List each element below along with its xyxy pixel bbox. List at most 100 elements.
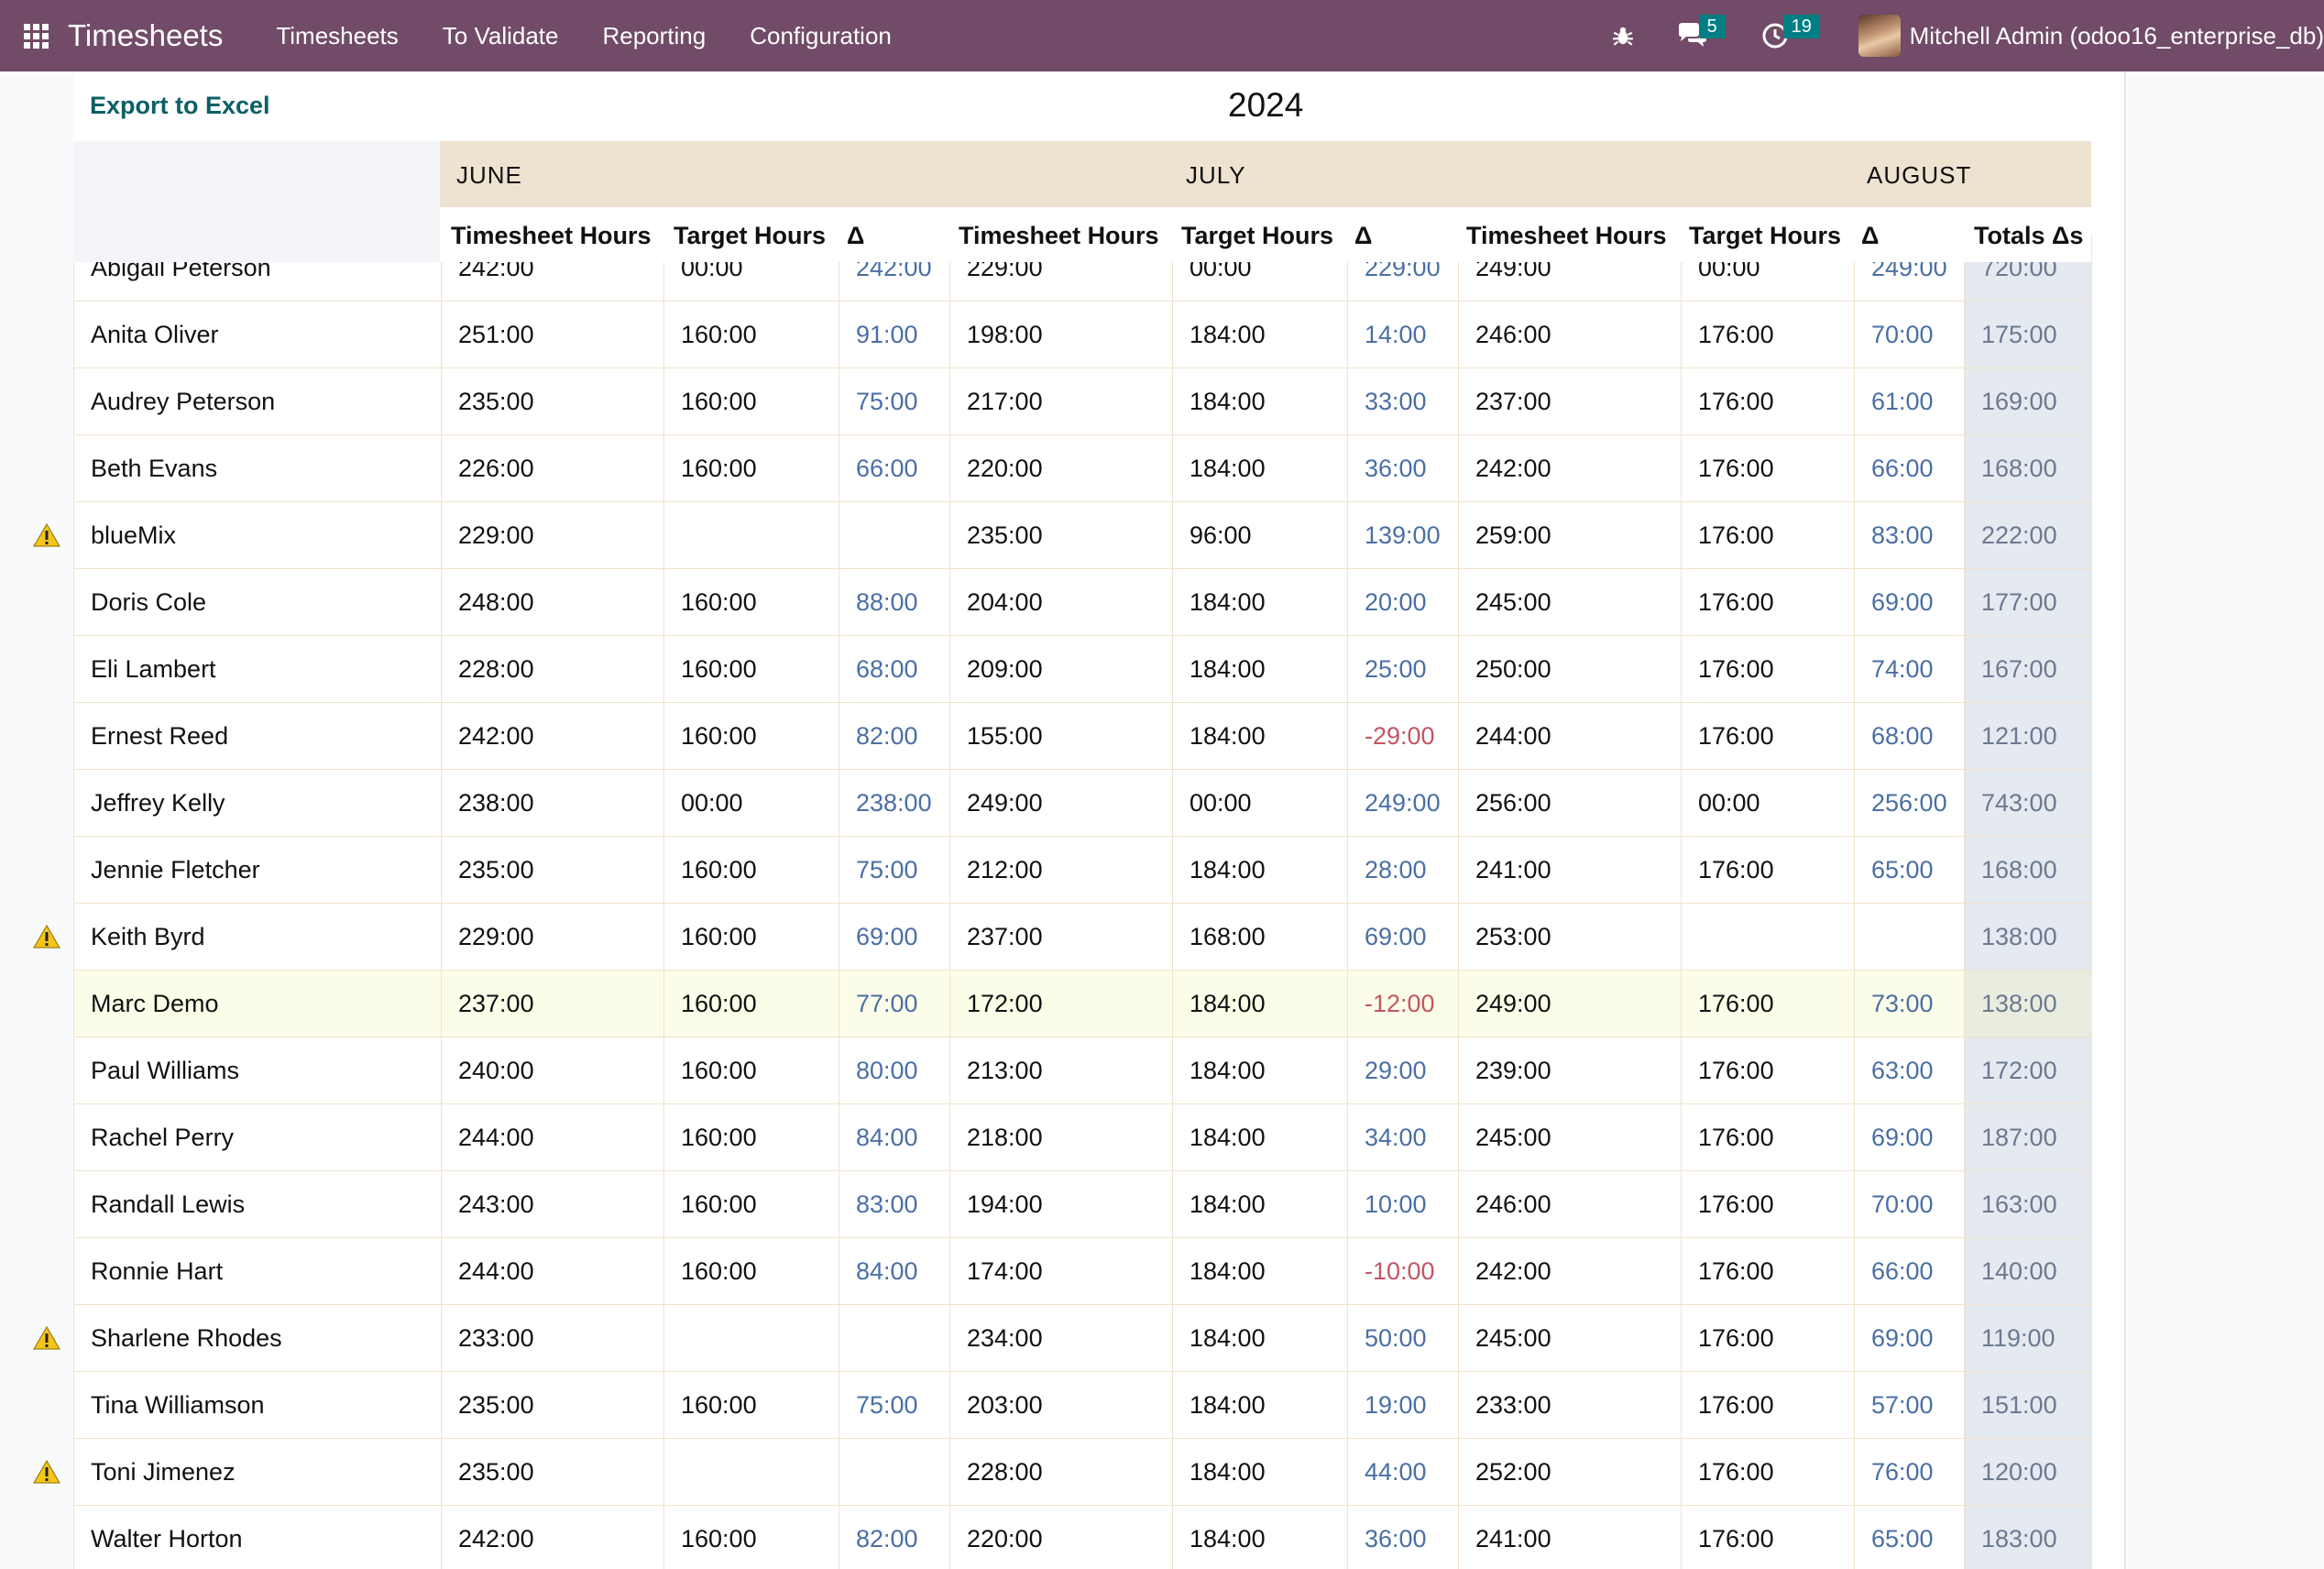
hours-cell: 228:00 <box>441 636 663 703</box>
hours-cell: 203:00 <box>949 1372 1172 1439</box>
hours-cell: 160:00 <box>663 1238 839 1305</box>
employee-name: Tina Williamson <box>91 1391 265 1419</box>
employee-name: Audrey Peterson <box>91 388 276 415</box>
delta-cell: 73:00 <box>1854 971 1964 1037</box>
hours-cell: 176:00 <box>1681 1305 1854 1372</box>
table-row[interactable]: Anita Oliver 251:00 160:00 91:00 198:00 184:0… <box>73 301 2092 368</box>
employee-name: Ernest Reed <box>91 722 229 750</box>
delta-cell: 14:00 <box>1347 302 1458 368</box>
total-delta-cell: 138:00 <box>1964 904 2092 971</box>
delta-cell: 44:00 <box>1347 1439 1458 1506</box>
hours-cell: 176:00 <box>1681 703 1854 770</box>
debug-icon[interactable] <box>1596 0 1662 71</box>
table-row[interactable]: Ernest Reed 242:00 160:00 82:00 155:00 184:00… <box>73 702 2092 770</box>
table-row[interactable]: Walter Horton 242:00 160:00 82:00 220:00 184:… <box>73 1505 2092 1569</box>
table-row[interactable]: Randall Lewis 243:00 160:00 83:00 194:00 184:… <box>73 1170 2092 1238</box>
hours-cell: 239:00 <box>1458 1037 1681 1104</box>
hours-cell: 194:00 <box>949 1171 1172 1238</box>
menu-configuration[interactable]: Configuration <box>728 0 914 71</box>
export-to-excel-link[interactable]: Export to Excel <box>90 92 270 120</box>
avatar <box>1858 15 1901 57</box>
delta-cell: 83:00 <box>1854 502 1964 569</box>
messages-icon[interactable]: 5 <box>1662 0 1747 71</box>
hours-cell <box>1681 904 1854 971</box>
hours-cell: 249:00 <box>1458 971 1681 1037</box>
table-row[interactable]: Jeffrey Kelly 238:00 00:00 238:00 249:00 00:0… <box>73 769 2092 837</box>
employee-name: Paul Williams <box>91 1057 240 1084</box>
year-title: 2024 <box>1228 86 1304 124</box>
hours-cell: 176:00 <box>1681 1372 1854 1439</box>
delta-cell: 76:00 <box>1854 1439 1964 1506</box>
month-july: JULY <box>1186 161 1246 189</box>
table-row[interactable]: Tina Williamson 235:00 160:00 75:00 203:00 18… <box>73 1371 2092 1439</box>
menu-timesheets[interactable]: Timesheets <box>254 0 420 71</box>
hours-cell: 229:00 <box>441 502 663 569</box>
delta-cell <box>1854 904 1964 971</box>
table-row[interactable]: Ronnie Hart 244:00 160:00 84:00 174:00 184:00… <box>73 1237 2092 1305</box>
delta-cell: 69:00 <box>839 904 949 971</box>
hours-cell: 160:00 <box>663 1171 839 1238</box>
employee-name: blueMix <box>91 521 177 549</box>
hours-cell: 184:00 <box>1172 1439 1347 1506</box>
delta-cell: 10:00 <box>1347 1171 1458 1238</box>
col-july-target-hours: Target Hours <box>1181 222 1334 249</box>
table-row[interactable]: Keith Byrd 229:00 160:00 69:00 237:00 168:00 6… <box>73 903 2092 971</box>
hours-cell: 160:00 <box>663 368 839 435</box>
delta-cell <box>839 1439 949 1506</box>
hours-cell: 184:00 <box>1172 1104 1347 1171</box>
total-delta-cell: 120:00 <box>1964 1439 2092 1506</box>
table-row[interactable]: Sharlene Rhodes 233:00 234:00 184:00 50:00 24… <box>73 1304 2092 1372</box>
warning-icon <box>33 1326 60 1350</box>
hours-cell: 184:00 <box>1172 1037 1347 1104</box>
table-row[interactable]: Eli Lambert 228:00 160:00 68:00 209:00 184:00… <box>73 635 2092 703</box>
hours-cell: 160:00 <box>663 904 839 971</box>
hours-cell: 176:00 <box>1681 435 1854 502</box>
hours-cell: 184:00 <box>1172 1238 1347 1305</box>
table-row[interactable]: Rachel Perry 244:00 160:00 84:00 218:00 184:0… <box>73 1103 2092 1171</box>
employee-name: Eli Lambert <box>91 655 216 683</box>
table-row[interactable]: Beth Evans 226:00 160:00 66:00 220:00 184:00 3… <box>73 434 2092 502</box>
employee-name: Toni Jimenez <box>91 1458 236 1486</box>
delta-cell: 75:00 <box>839 837 949 904</box>
hours-cell: 160:00 <box>663 1506 839 1569</box>
activities-icon[interactable]: 19 <box>1747 0 1827 71</box>
employee-name: Jennie Fletcher <box>91 856 260 883</box>
hours-cell: 250:00 <box>1458 636 1681 703</box>
delta-cell: 36:00 <box>1347 435 1458 502</box>
hours-cell: 256:00 <box>1458 770 1681 837</box>
hours-cell: 160:00 <box>663 302 839 368</box>
app-brand[interactable]: Timesheets <box>68 18 223 53</box>
table-row[interactable]: Audrey Peterson 235:00 160:00 75:00 217:00 18… <box>73 368 2092 435</box>
hours-cell: 259:00 <box>1458 502 1681 569</box>
hours-cell: 160:00 <box>663 1104 839 1171</box>
table-row[interactable]: Doris Cole 248:00 160:00 88:00 204:00 184:00 2… <box>73 568 2092 636</box>
table-row[interactable]: Marc Demo 237:00 160:00 77:00 172:00 184:00 -1… <box>73 970 2092 1037</box>
delta-cell: 65:00 <box>1854 1506 1964 1569</box>
menu-reporting[interactable]: Reporting <box>580 0 728 71</box>
total-delta-cell: 172:00 <box>1964 1037 2092 1104</box>
hours-cell: 218:00 <box>949 1104 1172 1171</box>
delta-cell <box>839 502 949 569</box>
table-row[interactable]: Jennie Fletcher 235:00 160:00 75:00 212:00 18… <box>73 836 2092 904</box>
delta-cell: 70:00 <box>1854 1171 1964 1238</box>
warning-icon <box>33 925 60 949</box>
table-row[interactable]: blueMix 229:00 235:00 96:00 139:00 259:00 176:… <box>73 501 2092 569</box>
delta-cell: 88:00 <box>839 569 949 636</box>
hours-cell: 213:00 <box>949 1037 1172 1104</box>
delta-cell: 68:00 <box>839 636 949 703</box>
total-delta-cell: 743:00 <box>1964 770 2092 837</box>
hours-cell: 176:00 <box>1681 1439 1854 1506</box>
hours-cell: 176:00 <box>1681 1238 1854 1305</box>
delta-cell: 80:00 <box>839 1037 949 1104</box>
total-delta-cell: 151:00 <box>1964 1372 2092 1439</box>
hours-cell: 242:00 <box>1458 435 1681 502</box>
user-name: Mitchell Admin (odoo16_enterprise_db) <box>1909 21 2324 49</box>
hours-cell: 176:00 <box>1681 569 1854 636</box>
table-row[interactable]: Paul Williams 240:00 160:00 80:00 213:00 184:… <box>73 1037 2092 1104</box>
menu-to-validate[interactable]: To Validate <box>421 0 581 71</box>
apps-menu-icon[interactable] <box>0 0 71 71</box>
user-menu[interactable]: Mitchell Admin (odoo16_enterprise_db) <box>1827 15 2324 57</box>
hours-cell: 233:00 <box>441 1305 663 1372</box>
table-row[interactable]: Toni Jimenez 235:00 228:00 184:00 44:00 252:0… <box>73 1438 2092 1506</box>
hours-cell: 184:00 <box>1172 703 1347 770</box>
